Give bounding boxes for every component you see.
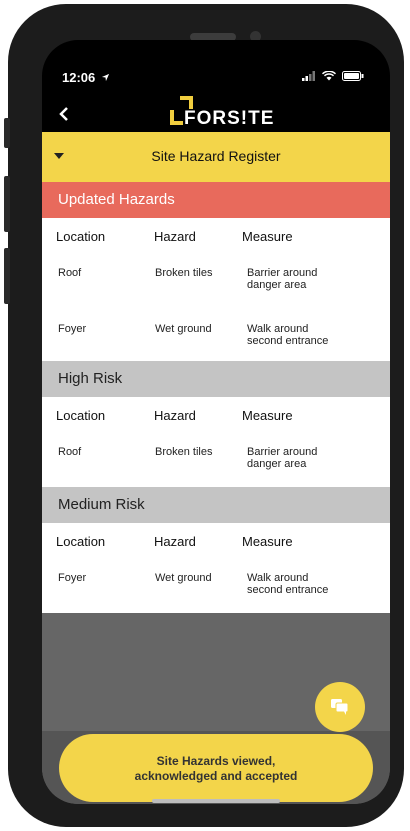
table-row: Roof Broken tiles Barrier around danger … [42,267,390,323]
table-header: Location Hazard Measure [42,523,390,557]
col-hazard: Hazard [154,408,196,423]
col-measure: Measure [242,534,293,549]
col-location: Location [56,229,106,244]
measure-line-1: Walk around [247,572,309,584]
chat-button[interactable] [315,682,365,732]
row-hazard: Broken tiles [155,446,213,458]
cta-line-2: acknowledged and accepted [134,769,298,783]
home-indicator [152,799,280,803]
volume-down-button [4,248,10,304]
row-location: Roof [58,267,82,279]
logo-mark-bottom [170,110,183,125]
measure-line-1: Barrier around [247,267,318,279]
row-location: Foyer [58,572,87,584]
screen: 12:06 FORS!TE Site Hazard Register Updat… [42,40,390,804]
row-measure: Walk around second entrance [247,323,367,347]
col-measure: Measure [242,229,293,244]
col-hazard: Hazard [154,534,196,549]
table-header: Location Hazard Measure [42,218,390,252]
measure-line-2: second entrance [247,335,329,347]
table-row: Foyer Wet ground Walk around second entr… [42,572,390,612]
medium-risk-table: Location Hazard Measure Foyer Wet ground… [42,523,390,613]
location-arrow-icon [101,73,109,82]
table-row: Roof Broken tiles Barrier around danger … [42,446,390,486]
status-bar: 12:06 [42,70,390,90]
col-location: Location [56,408,106,423]
status-indicators [302,71,364,81]
signal-icon [302,71,315,81]
chevron-left-icon[interactable] [58,106,70,122]
battery-icon [342,71,364,81]
page-title: Site Hazard Register [151,148,281,164]
table-row: Foyer Wet ground Walk around second entr… [42,323,390,363]
measure-line-1: Barrier around [247,446,318,458]
chat-icon [331,699,349,715]
row-measure: Barrier around danger area [247,446,367,470]
section-medium-risk: Medium Risk [42,487,390,523]
row-location: Roof [58,446,82,458]
mute-switch [4,118,10,148]
row-hazard: Wet ground [155,323,212,335]
row-hazard: Broken tiles [155,267,213,279]
row-hazard: Wet ground [155,572,212,584]
high-risk-table: Location Hazard Measure Roof Broken tile… [42,397,390,487]
measure-line-1: Walk around [247,323,309,335]
section-updated-hazards: Updated Hazards [42,182,390,218]
measure-line-2: danger area [247,458,307,470]
volume-up-button [4,176,10,232]
table-header: Location Hazard Measure [42,397,390,431]
col-hazard: Hazard [154,229,196,244]
measure-line-2: second entrance [247,584,329,596]
col-measure: Measure [242,408,293,423]
col-location: Location [56,534,106,549]
row-location: Foyer [58,323,87,335]
cta-line-1: Site Hazards viewed, [156,754,276,768]
updated-hazards-table: Location Hazard Measure Roof Broken tile… [42,218,390,361]
row-measure: Barrier around danger area [247,267,367,291]
status-time: 12:06 [62,70,110,85]
acknowledge-button[interactable]: Site Hazards viewed, acknowledged and ac… [59,734,373,802]
wifi-icon [322,71,336,81]
register-header[interactable]: Site Hazard Register [42,132,390,182]
nav-bar: FORS!TE [42,96,390,132]
section-high-risk: High Risk [42,361,390,397]
measure-line-2: danger area [247,279,307,291]
logo-text: FORS!TE [184,108,275,129]
row-measure: Walk around second entrance [247,572,367,596]
